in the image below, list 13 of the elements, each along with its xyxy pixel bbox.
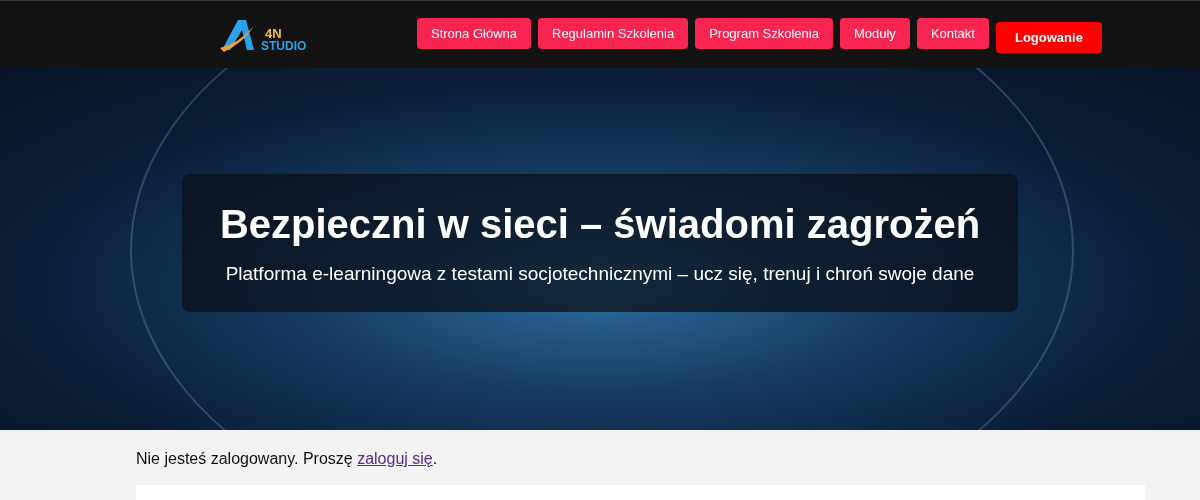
logo-text: 4N [265, 26, 283, 40]
nav-button[interactable]: Strona Główna [417, 18, 531, 49]
nav-button[interactable]: Kontakt [916, 18, 989, 49]
login-link[interactable]: zaloguj się [357, 450, 433, 467]
nav-button[interactable]: Moduły [839, 18, 910, 49]
logo-text: STUDIO [261, 39, 307, 52]
login-button[interactable]: Logowanie [995, 22, 1102, 53]
nav-button[interactable]: Regulamin Szkolenia [538, 18, 689, 49]
login-notice: Nie jesteś zalogowany. Proszę zaloguj się. [136, 450, 439, 468]
nav-button[interactable]: Program Szkolenia [695, 18, 833, 49]
logo[interactable]: 4N STUDIO [220, 17, 320, 52]
hero-subtitle: Platforma e-learningowa z testami socjotechnicznymi – ucz się, trenuj i chroń swoje dane [225, 262, 975, 285]
hero-title: Bezpieczni w sieci – świadomi zagrożeń [219, 201, 981, 247]
